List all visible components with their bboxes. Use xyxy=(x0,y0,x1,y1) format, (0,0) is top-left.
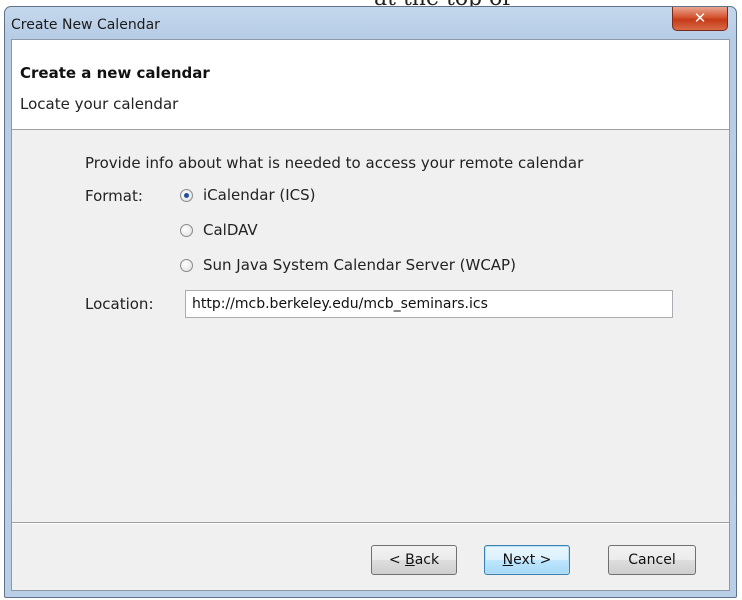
next-button[interactable]: Next > xyxy=(484,545,570,575)
intro-text: Provide info about what is needed to acc… xyxy=(85,154,584,172)
back-label-prefix: < xyxy=(388,552,406,568)
wizard-header: Create a new calendar Locate your calend… xyxy=(12,40,729,130)
close-button[interactable]: ✕ xyxy=(672,7,728,31)
back-label-suffix: ack xyxy=(414,552,440,568)
radio-label-icalendar: iCalendar (ICS) xyxy=(203,186,316,204)
dialog-content: Create a new calendar Locate your calend… xyxy=(11,39,730,591)
title-bar[interactable]: Create New Calendar ✕ xyxy=(5,7,736,39)
wizard-subtitle: Locate your calendar xyxy=(20,95,179,113)
back-label-mnemonic: B xyxy=(405,552,415,568)
radio-icalendar[interactable] xyxy=(180,188,193,202)
location-label: Location: xyxy=(85,295,154,313)
next-label-suffix: ext > xyxy=(513,552,552,568)
create-calendar-dialog: Create New Calendar ✕ Create a new calen… xyxy=(4,6,737,598)
format-option-icalendar[interactable]: iCalendar (ICS) xyxy=(180,184,316,206)
radio-label-wcap: Sun Java System Calendar Server (WCAP) xyxy=(203,256,516,274)
radio-wcap[interactable] xyxy=(180,258,193,272)
back-button[interactable]: < Back xyxy=(371,545,457,575)
next-label-mnemonic: N xyxy=(502,552,514,568)
window-title: Create New Calendar xyxy=(11,17,160,33)
close-icon: ✕ xyxy=(693,9,707,27)
location-input[interactable] xyxy=(185,290,673,318)
cancel-button[interactable]: Cancel xyxy=(608,545,696,575)
footer-separator xyxy=(12,522,729,524)
format-option-wcap[interactable]: Sun Java System Calendar Server (WCAP) xyxy=(180,254,516,276)
radio-caldav[interactable] xyxy=(180,223,193,237)
format-option-caldav[interactable]: CalDAV xyxy=(180,219,258,241)
radio-label-caldav: CalDAV xyxy=(203,221,258,239)
format-label: Format: xyxy=(85,187,143,205)
wizard-title: Create a new calendar xyxy=(20,64,210,82)
